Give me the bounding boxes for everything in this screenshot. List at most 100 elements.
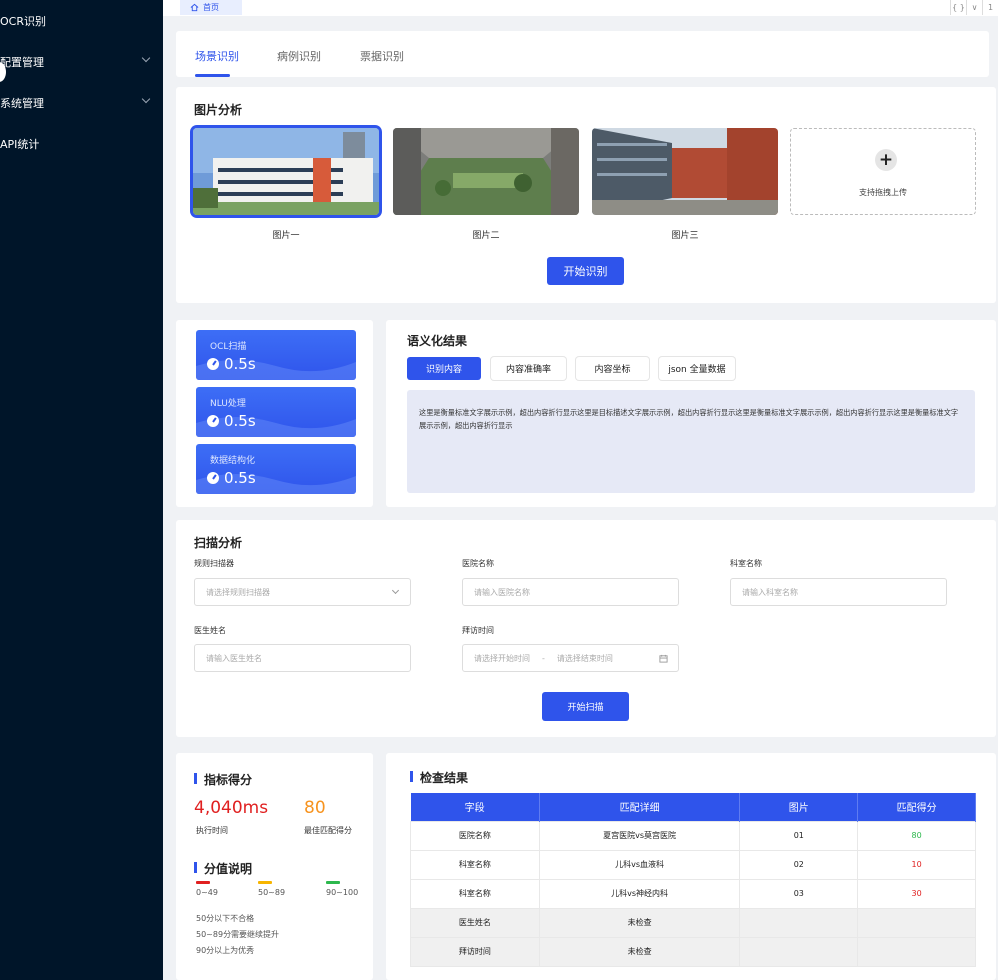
tab-scene[interactable]: 场景识别 xyxy=(195,48,239,64)
column-header: 图片 xyxy=(739,793,859,821)
doctor-input[interactable]: 请输入医生姓名 xyxy=(194,644,411,672)
clock-icon xyxy=(207,472,219,484)
section-title: 语义化结果 xyxy=(407,334,468,348)
chevron-down-icon[interactable]: ∨ xyxy=(966,0,982,15)
semantic-result-panel: 语义化结果 识别内容 内容准确率 内容坐标 json 全量数据 这里是衡量标准文… xyxy=(386,320,996,507)
visit-start-placeholder[interactable]: 请选择开始时间 xyxy=(474,653,530,664)
timing-label: 数据结构化 xyxy=(210,456,256,466)
section-title: 检查结果 xyxy=(410,769,468,786)
doctor-placeholder: 请输入医生姓名 xyxy=(206,653,262,663)
image-thumbnail-2[interactable] xyxy=(393,128,579,215)
start-scan-button[interactable]: 开始扫描 xyxy=(542,692,629,721)
check-result-panel: 检查结果 字段 匹配详细 图片 匹配得分 医院名称 夏宫医院vs莫宫医院 01 … xyxy=(386,753,996,980)
plus-icon: + xyxy=(875,149,897,171)
department-placeholder: 请输入科室名称 xyxy=(742,587,798,597)
cell-detail: 夏宫医院vs莫宫医院 xyxy=(538,820,741,851)
sidebar-item-ocr[interactable]: OCR识别 xyxy=(0,0,163,41)
range-color-red xyxy=(196,881,210,884)
sidebar-item-label: API统计 xyxy=(0,137,40,151)
cell-score: 10 xyxy=(857,849,976,880)
cell-detail: 未检查 xyxy=(538,936,741,967)
semantic-tab-json[interactable]: json 全量数据 xyxy=(659,357,735,380)
sidebar-item-system[interactable]: 系统管理 xyxy=(0,82,163,123)
timing-value-text: 0.5s xyxy=(224,469,256,487)
home-icon xyxy=(190,3,199,12)
cell-image: 01 xyxy=(739,820,859,851)
score-panel: 指标得分 4,040ms 执行时间 80 最佳匹配得分 分值说明 0~49 50… xyxy=(176,753,373,980)
range-label-high: 90~100 xyxy=(326,888,359,897)
chevron-down-icon xyxy=(141,94,151,104)
timing-value: 0.5s xyxy=(207,469,256,487)
upload-hint: 支持拖拽上传 xyxy=(859,188,907,197)
hospital-input[interactable]: 请输入医院名称 xyxy=(462,578,679,606)
semantic-tab-accuracy[interactable]: 内容准确率 xyxy=(491,357,566,380)
semantic-tab-coordinates[interactable]: 内容坐标 xyxy=(576,357,649,380)
cell-image xyxy=(739,936,859,967)
range-color-yellow xyxy=(258,881,272,884)
sidebar-item-api[interactable]: API统计 xyxy=(0,123,163,164)
timing-value-text: 0.5s xyxy=(224,355,256,373)
tab-case[interactable]: 病例识别 xyxy=(277,48,321,64)
cell-field: 科室名称 xyxy=(410,849,540,880)
score-note: 90分以上为优秀 xyxy=(196,946,255,955)
legend-title: 分值说明 xyxy=(194,860,252,877)
section-title: 扫描分析 xyxy=(194,536,243,550)
sidebar-item-label: 配置管理 xyxy=(0,55,44,69)
score-note: 50分以下不合格 xyxy=(196,914,255,923)
timing-value: 0.5s xyxy=(207,412,256,430)
cell-score xyxy=(857,907,976,938)
code-icon[interactable]: { } xyxy=(950,0,966,15)
upload-dropzone[interactable]: + 支持拖拽上传 xyxy=(790,128,976,215)
timing-card-nlu: NLU处理 0.5s xyxy=(196,387,356,437)
timing-panel: OCL扫描 0.5s NLU处理 0.5s 数据结构化 0.5s xyxy=(176,320,373,507)
top-right-controls: { } ∨ 1 xyxy=(950,0,998,15)
chevron-down-icon xyxy=(391,586,400,595)
recognition-tabs: 场景识别 病例识别 票据识别 xyxy=(176,31,989,77)
table-row: 医生姓名 未检查 xyxy=(410,907,976,938)
chevron-down-icon xyxy=(141,53,151,63)
department-label: 科室名称 xyxy=(730,559,762,568)
hospital-label: 医院名称 xyxy=(462,559,494,568)
sidebar-item-config[interactable]: 配置管理 xyxy=(0,41,163,82)
cell-image xyxy=(739,907,859,938)
semantic-tab-content[interactable]: 识别内容 xyxy=(407,357,481,380)
visit-time-range[interactable]: 请选择开始时间 - 请选择结束时间 xyxy=(462,644,679,672)
department-input[interactable]: 请输入科室名称 xyxy=(730,578,947,606)
timing-card-ocl: OCL扫描 0.5s xyxy=(196,330,356,380)
doctor-label: 医生姓名 xyxy=(194,626,226,635)
best-score-value: 80 xyxy=(304,798,326,818)
scan-analysis-panel: 扫描分析 规则扫描器 请选择规则扫描器 医院名称 请输入医院名称 科室名称 请输… xyxy=(176,520,996,737)
tab-receipt[interactable]: 票据识别 xyxy=(360,48,404,64)
hospital-placeholder: 请输入医院名称 xyxy=(474,587,530,597)
sidebar: OCR识别 配置管理 系统管理 API统计 xyxy=(0,0,163,980)
image-label-2: 图片二 xyxy=(472,231,500,241)
exec-time-label: 执行时间 xyxy=(196,826,228,835)
sidebar-item-label: OCR识别 xyxy=(0,14,46,28)
table-row: 医院名称 夏宫医院vs莫宫医院 01 80 xyxy=(410,820,976,851)
image-label-3: 图片三 xyxy=(671,231,699,241)
cell-score: 80 xyxy=(857,820,976,851)
semantic-content: 这里是衡量标准文字展示示例，超出内容折行显示这里是目标描述文字展示示例，超出内容… xyxy=(407,390,975,493)
cell-field: 医生姓名 xyxy=(410,907,540,938)
active-tab-indicator xyxy=(195,74,230,77)
clock-icon xyxy=(207,415,219,427)
tab-home[interactable]: 首页 xyxy=(180,0,242,15)
visit-end-placeholder[interactable]: 请选择结束时间 xyxy=(557,653,613,664)
cell-score: 30 xyxy=(857,878,976,909)
table-row: 科室名称 儿科vs血液科 02 10 xyxy=(410,849,976,880)
scanner-select[interactable]: 请选择规则扫描器 xyxy=(194,578,411,606)
exec-time-value: 4,040ms xyxy=(194,798,269,818)
image-thumbnail-1[interactable] xyxy=(193,128,379,215)
image-thumbnail-3[interactable] xyxy=(592,128,778,215)
timing-value-text: 0.5s xyxy=(224,412,256,430)
scanner-label: 规则扫描器 xyxy=(194,559,234,568)
top-bar: 首页 { } ∨ 1 xyxy=(163,0,998,16)
timing-card-structuring: 数据结构化 0.5s xyxy=(196,444,356,494)
section-title: 指标得分 xyxy=(194,771,252,788)
cell-field: 科室名称 xyxy=(410,878,540,909)
start-recognition-button[interactable]: 开始识别 xyxy=(547,257,624,285)
cell-detail: 儿科vs神经内科 xyxy=(538,878,741,909)
page-indicator[interactable]: 1 xyxy=(982,0,998,15)
column-header: 匹配详细 xyxy=(539,793,741,821)
score-note: 50~89分需要继续提升 xyxy=(196,930,280,939)
